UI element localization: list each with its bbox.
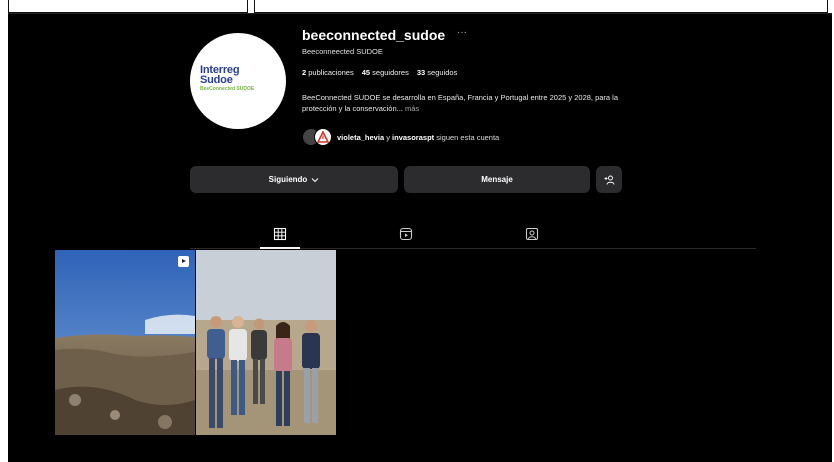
- reels-icon[interactable]: [399, 227, 413, 241]
- reel-icon: [178, 256, 189, 267]
- tagged-icon[interactable]: [525, 227, 539, 241]
- message-button[interactable]: Mensaje: [404, 166, 590, 193]
- left-border: [0, 0, 8, 462]
- add-person-button[interactable]: [596, 166, 622, 193]
- warning-icon: [317, 131, 329, 143]
- follower-avatar: [314, 128, 332, 146]
- following-stat[interactable]: 33 seguidos: [417, 68, 457, 77]
- followed-by-text: violeta_hevia y invasoraspt siguen esta …: [337, 132, 500, 142]
- post-thumbnail[interactable]: [196, 250, 336, 435]
- post-image-group-photo: [196, 250, 336, 435]
- ellipsis-icon[interactable]: ···: [457, 27, 467, 38]
- profile-full-name: Beeconneected SUDOE: [302, 47, 383, 56]
- chevron-down-icon: [311, 177, 319, 182]
- browser-top-strip: [0, 0, 834, 14]
- profile-stats: 2 publicaciones 45 seguidores 33 seguido…: [302, 68, 457, 77]
- profile-avatar[interactable]: Interreg Sudoe BeeConnected SUDOE: [190, 33, 286, 129]
- avatar-logo-text: Interreg Sudoe: [200, 64, 240, 86]
- followers-stat[interactable]: 45 seguidores: [362, 68, 409, 77]
- top-strip-segment: [8, 0, 248, 13]
- profile-bio: BeeConnected SUDOE se desarrolla en Espa…: [302, 93, 619, 113]
- following-button[interactable]: Siguiendo: [190, 166, 398, 193]
- post-thumbnail[interactable]: [55, 250, 195, 435]
- top-strip-segment: [254, 0, 828, 13]
- post-image-landscape: [55, 250, 195, 435]
- add-person-icon: [604, 175, 614, 185]
- grid-icon[interactable]: [273, 227, 287, 241]
- bio-more-link[interactable]: más: [405, 104, 419, 113]
- posts-stat: 2 publicaciones: [302, 68, 354, 77]
- tab-active-indicator: [260, 247, 300, 249]
- avatar-logo-subtitle: BeeConnected SUDOE: [200, 86, 255, 92]
- profile-username: beeconnected_sudoe: [302, 27, 446, 43]
- followed-by-row[interactable]: violeta_hevia y invasoraspt siguen esta …: [302, 128, 499, 146]
